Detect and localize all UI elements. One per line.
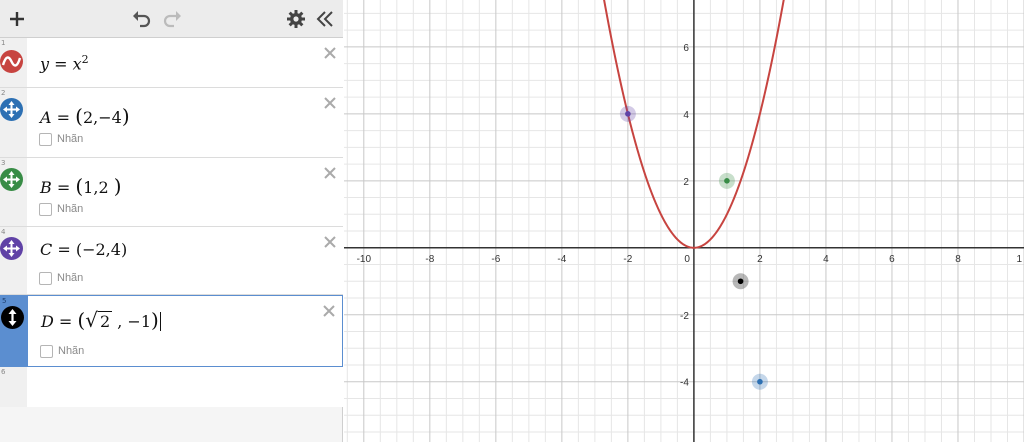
close-icon[interactable]	[323, 166, 337, 180]
label-toggle: Nhãn	[39, 132, 83, 146]
graph-paper[interactable]: -10 -8 -6 -4 -2 0 2 4 6 8 1 6 4 2 -2 -4	[344, 0, 1024, 442]
x-tick-label: 2	[757, 254, 763, 265]
label-toggle: Nhãn	[39, 271, 83, 285]
point-name: C	[40, 240, 53, 259]
point-y: 4	[110, 240, 121, 259]
expression-math[interactable]: A = (2,−4)	[40, 104, 130, 128]
close-icon[interactable]	[322, 304, 336, 318]
x-tick-label: -6	[491, 254, 500, 265]
point-y: −4	[98, 108, 122, 127]
point-name: A	[40, 108, 52, 127]
y-tick-label: 6	[683, 43, 689, 54]
expression-base: x	[72, 54, 82, 74]
x-tick-label: 8	[955, 254, 961, 265]
point-x: 2	[82, 108, 94, 127]
expression-lhs: y	[40, 54, 50, 74]
label-toggle: Nhãn	[40, 344, 84, 358]
expression-math[interactable]: B = (1,2 )	[40, 174, 122, 198]
x-tick-label: 6	[889, 254, 895, 265]
expression-index: 6	[1, 368, 6, 376]
text-cursor: ​	[159, 312, 161, 331]
close-icon[interactable]	[323, 96, 337, 110]
point-b[interactable]	[718, 172, 735, 189]
expression-row-empty[interactable]: 6	[0, 367, 343, 407]
label-text: Nhãn	[58, 345, 85, 357]
expression-toolbar	[0, 0, 343, 38]
label-toggle: Nhãn	[39, 202, 83, 216]
expression-math[interactable]: y = x2	[40, 53, 89, 73]
expression-row-4[interactable]: 4 C = (−2,4) Nhãn	[0, 227, 343, 295]
point-x: 1	[83, 178, 94, 197]
expression-gutter: 3	[0, 158, 27, 226]
expression-math[interactable]: D = (√2 , −1)​	[41, 308, 161, 332]
undo-icon[interactable]	[131, 8, 153, 30]
point-y: −1	[127, 312, 152, 331]
x-tick-label: -8	[425, 254, 434, 265]
expression-index: 4	[1, 228, 6, 236]
y-tick-label: -2	[680, 311, 689, 322]
point-x-radicand: 2	[97, 311, 113, 331]
expression-gutter: 4	[0, 227, 27, 294]
expression-math[interactable]: C = (−2,4)	[40, 240, 127, 259]
expression-gutter: 6	[0, 367, 27, 407]
label-checkbox[interactable]	[39, 271, 52, 285]
point-c[interactable]	[619, 105, 636, 122]
y-tick-label: 4	[683, 110, 689, 121]
expression-index: 5	[2, 297, 7, 305]
x-tick-label: 4	[823, 254, 829, 265]
expression-gutter: 2	[0, 88, 27, 157]
move-arrows-icon[interactable]	[0, 98, 23, 121]
close-icon[interactable]	[323, 235, 337, 249]
label-checkbox[interactable]	[39, 132, 52, 146]
point-name: D	[41, 312, 54, 331]
label-text: Nhãn	[57, 203, 84, 215]
expression-row-3[interactable]: 3 B = (1,2 ) Nhãn	[0, 158, 343, 227]
vertical-arrows-icon[interactable]	[1, 306, 24, 329]
expression-exponent: 2	[81, 53, 89, 66]
move-arrows-icon[interactable]	[0, 168, 23, 191]
point-a[interactable]	[751, 373, 768, 390]
graph-canvas[interactable]: -10 -8 -6 -4 -2 0 2 4 6 8 1 6 4 2 -2 -4	[344, 0, 1024, 442]
x-tick-label: -4	[557, 254, 566, 265]
expression-row-1[interactable]: 1 y = x2	[0, 38, 343, 88]
expression-index: 2	[1, 89, 6, 97]
double-chevron-left-icon[interactable]	[314, 8, 336, 30]
point-y: 2	[98, 178, 109, 197]
x-tick-label: -2	[623, 254, 632, 265]
gear-icon[interactable]	[285, 8, 307, 30]
x-tick-label: -10	[357, 254, 372, 265]
expression-panel: 1 y = x2 2 A = (2,−4) Nhãn 3 B = (1,2) …	[0, 0, 343, 442]
y-tick-label: 2	[683, 177, 689, 188]
close-icon[interactable]	[323, 46, 337, 60]
expression-row-2[interactable]: 2 A = (2,−4) Nhãn	[0, 88, 343, 158]
move-arrows-icon[interactable]	[0, 237, 23, 260]
sine-wave-icon[interactable]	[0, 50, 23, 73]
point-d[interactable]	[732, 273, 749, 290]
expression-index: 3	[1, 159, 6, 167]
plus-icon[interactable]	[6, 8, 28, 30]
point-x: −2	[82, 240, 106, 259]
label-checkbox[interactable]	[40, 344, 53, 358]
y-tick-label: -4	[680, 378, 689, 389]
expression-row-5[interactable]: 5 D = (√2 , −1)​ Nhãn	[0, 295, 343, 367]
x-tick-label: 0	[684, 254, 690, 265]
redo-icon[interactable]	[161, 8, 183, 30]
label-text: Nhãn	[57, 133, 84, 145]
x-tick-label: 1	[1016, 254, 1022, 265]
expression-gutter: 1	[0, 38, 27, 87]
label-checkbox[interactable]	[39, 202, 52, 216]
label-text: Nhãn	[57, 272, 84, 284]
point-name: B	[40, 178, 52, 197]
expression-index: 1	[1, 39, 6, 47]
expression-gutter: 5	[1, 296, 28, 366]
